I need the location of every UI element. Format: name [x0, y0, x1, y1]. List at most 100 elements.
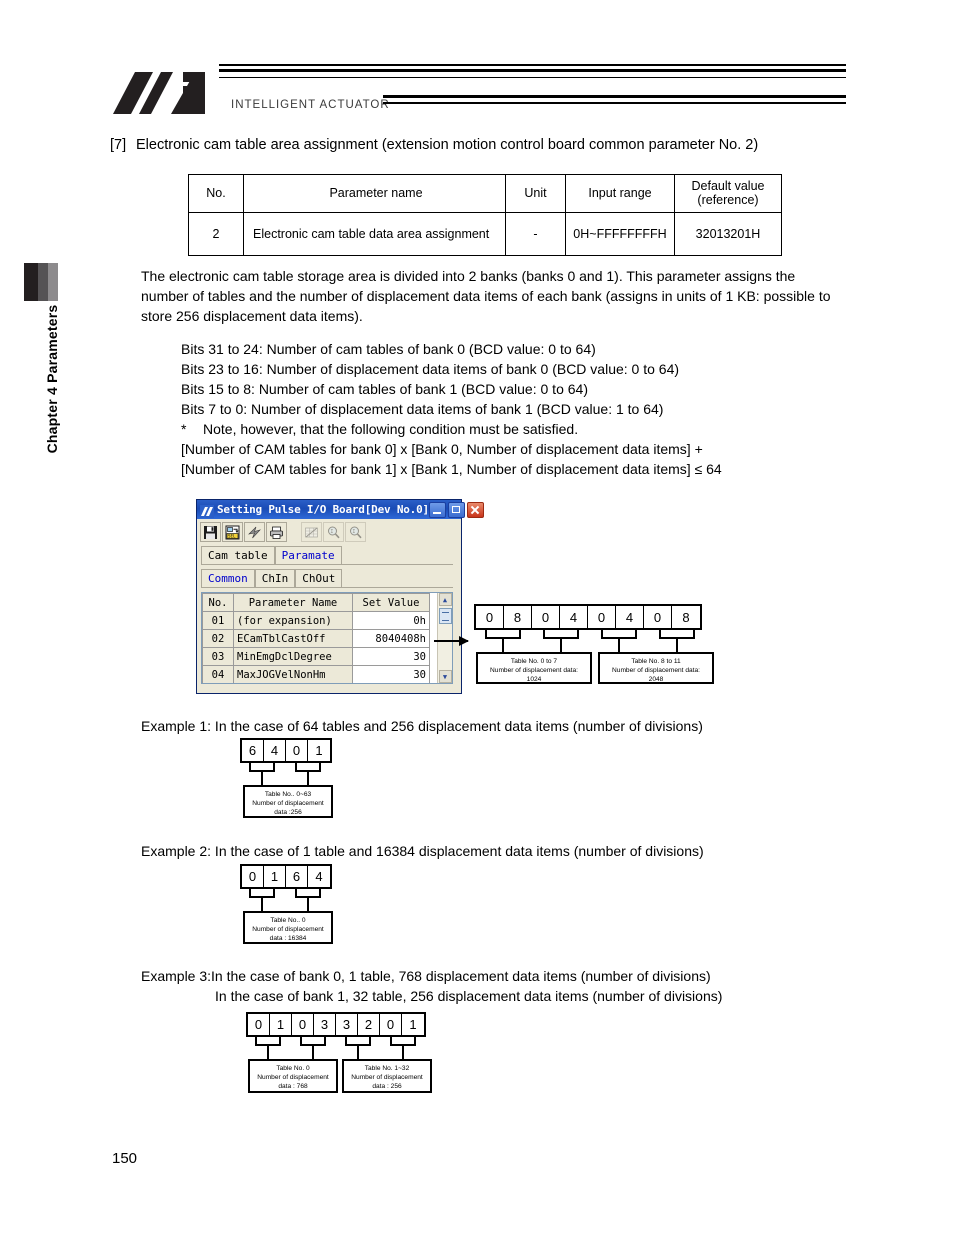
bracket-stem [560, 639, 562, 652]
digit-cell: 1 [409, 1017, 417, 1032]
logo-caption: INTELLIGENT ACTUATOR [231, 99, 390, 111]
grid-cell-name: MaxJOGVelNonHm [233, 665, 353, 683]
grid-cell-value[interactable]: 8040408h [352, 629, 430, 648]
header-rule-3 [219, 77, 846, 78]
bracket [300, 1037, 326, 1046]
main-tab-row[interactable]: Cam table Paramate [201, 546, 453, 565]
zoom-out-icon[interactable]: I [345, 522, 366, 542]
digit-cell: 0 [292, 1014, 314, 1035]
note-line-1: Table No.. 0~63 [264, 791, 312, 798]
example-3-heading-text: Example 3:In the case of bank 0, 1 table… [141, 968, 711, 984]
scroll-down-icon[interactable]: ▼ [438, 670, 452, 683]
pulse-io-board-dialog[interactable]: Setting Pulse I/O Board[Dev No.0] SEL I … [196, 499, 484, 694]
main-digit-diagram: 0 8 0 4 0 4 0 8 Table No. 0 to 7 Number … [474, 604, 718, 688]
note-line-2: Number of displacement data: [490, 667, 578, 674]
bits-description-block: Bits 31 to 24: Number of cam tables of b… [181, 339, 881, 479]
table-row: 2 Electronic cam table data area assignm… [188, 211, 782, 256]
header-input-range: Input range [565, 174, 675, 213]
dialog-toolbar[interactable]: SEL I I [197, 519, 461, 543]
dialog-titlebar[interactable]: Setting Pulse I/O Board[Dev No.0] [197, 500, 484, 519]
intro-paragraph: The electronic cam table storage area is… [141, 268, 831, 324]
svg-text:SEL: SEL [228, 533, 236, 538]
digit-cell: 6 [242, 740, 264, 761]
callout-arrow [434, 636, 469, 646]
bracket [255, 1037, 281, 1046]
bracket [390, 1037, 416, 1046]
transfer-to-sel-icon[interactable]: SEL [222, 522, 243, 542]
bracket-stem [261, 898, 263, 911]
header-rule-4 [383, 95, 846, 98]
save-icon[interactable] [200, 522, 221, 542]
close-button[interactable] [466, 501, 484, 518]
digit-cell: 4 [315, 869, 323, 884]
grid-scrollbar[interactable]: ▲ ▼ [437, 593, 452, 683]
bracket [485, 630, 521, 639]
sub-tab-row[interactable]: Common ChIn ChOut [201, 569, 453, 588]
digit-cell: 1 [315, 743, 323, 758]
tab-common[interactable]: Common [201, 569, 255, 587]
note-line-1: Table No. 0 to 7 [510, 658, 558, 665]
bracket [295, 889, 321, 898]
scroll-up-icon[interactable]: ▲ [438, 593, 452, 606]
note-line-3: data : 256 [372, 1083, 402, 1090]
digit-cell: 8 [504, 606, 532, 628]
print-icon[interactable] [266, 522, 287, 542]
tab-cam-table[interactable]: Cam table [201, 546, 275, 564]
parameter-table: No. Parameter name Unit Input range Defa… [188, 174, 782, 256]
header-rule-2 [219, 69, 846, 72]
section-number: [7] [110, 137, 127, 153]
lightning-icon[interactable] [244, 522, 265, 542]
note-line-1: Table No. 8 to 11 [631, 658, 681, 665]
note-line-3: data : 768 [278, 1083, 308, 1090]
window-buttons[interactable] [428, 501, 484, 518]
bracket-group [246, 1037, 434, 1059]
cell-default-value: 32013201H [674, 211, 782, 256]
digit-cell: 0 [242, 866, 264, 887]
cell-input-range: 0H~FFFFFFFFH [565, 211, 675, 256]
table-row[interactable]: 01 (for expansion) 0h [202, 611, 430, 630]
parameter-grid[interactable]: No. Parameter Name Set Value 01 (for exp… [201, 592, 453, 684]
digit-cell: 3 [336, 1014, 358, 1035]
note-line-3: data :256 [274, 809, 302, 816]
header-rule-1 [219, 64, 846, 66]
tab-paramate[interactable]: Paramate [274, 546, 342, 564]
grid-cell-value[interactable]: 30 [352, 665, 430, 683]
example-2-heading-text: Example 2: In the case of 1 table and 16… [141, 843, 704, 859]
note-box: Table No. 0 Number of displacement data … [248, 1059, 338, 1093]
table-row[interactable]: 02 ECamTblCastOff 8040408h [202, 629, 430, 648]
header-unit: Unit [505, 174, 566, 213]
cell-parameter-name: Electronic cam table data area assignmen… [243, 211, 506, 256]
example-3-diagram: 0 1 0 3 3 2 0 1 Table No. 0 Number of di… [246, 1012, 434, 1098]
edit-table-icon[interactable] [301, 522, 322, 542]
grid-header-no: No. [202, 593, 234, 612]
grid-cell-value[interactable]: 30 [352, 647, 430, 666]
note-line-1: Table No. 0 [276, 1065, 310, 1072]
example-3-heading-cont: In the case of bank 1, 32 table, 256 dis… [215, 988, 723, 1004]
page-header: INTELLIGENT ACTUATOR [0, 0, 954, 125]
maximize-button[interactable] [447, 501, 465, 518]
condition-line-2: [Number of CAM tables for bank 1] x [Ban… [181, 461, 722, 477]
example-2-diagram: 0 1 6 4 Table No.. 0 Number of displacem… [240, 864, 336, 946]
bracket [295, 763, 321, 772]
tab-chin[interactable]: ChIn [254, 569, 296, 587]
note-star: * [181, 421, 187, 437]
bracket [249, 763, 275, 772]
grid-header-row: No. Parameter Name Set Value [202, 593, 430, 612]
minimize-button[interactable] [428, 501, 446, 518]
table-row[interactable]: 03 MinEmgDclDegree 30 [202, 647, 430, 666]
digit-cell: 0 [532, 606, 560, 628]
bracket-stem [307, 898, 309, 911]
note-box: Table No. 1~32 Number of displacement da… [342, 1059, 432, 1093]
grid-cell-value[interactable]: 0h [352, 611, 430, 630]
digit-cell: 1 [270, 1014, 292, 1035]
example-1-diagram: 6 4 0 1 Table No.. 0~63 Number of displa… [240, 738, 336, 820]
table-row[interactable]: 04 MaxJOGVelNonHm 30 [202, 665, 430, 683]
grid-cell-name: (for expansion) [233, 611, 353, 630]
scrollbar-thumb[interactable] [438, 608, 452, 624]
zoom-in-icon[interactable]: I [323, 522, 344, 542]
bits-line-31-24: Bits 31 to 24: Number of cam tables of b… [181, 341, 596, 357]
bracket [601, 630, 637, 639]
grid-cell-no: 02 [202, 629, 234, 648]
tab-chout[interactable]: ChOut [295, 569, 343, 587]
chapter-label: Chapter 4 Parameters [44, 304, 60, 454]
